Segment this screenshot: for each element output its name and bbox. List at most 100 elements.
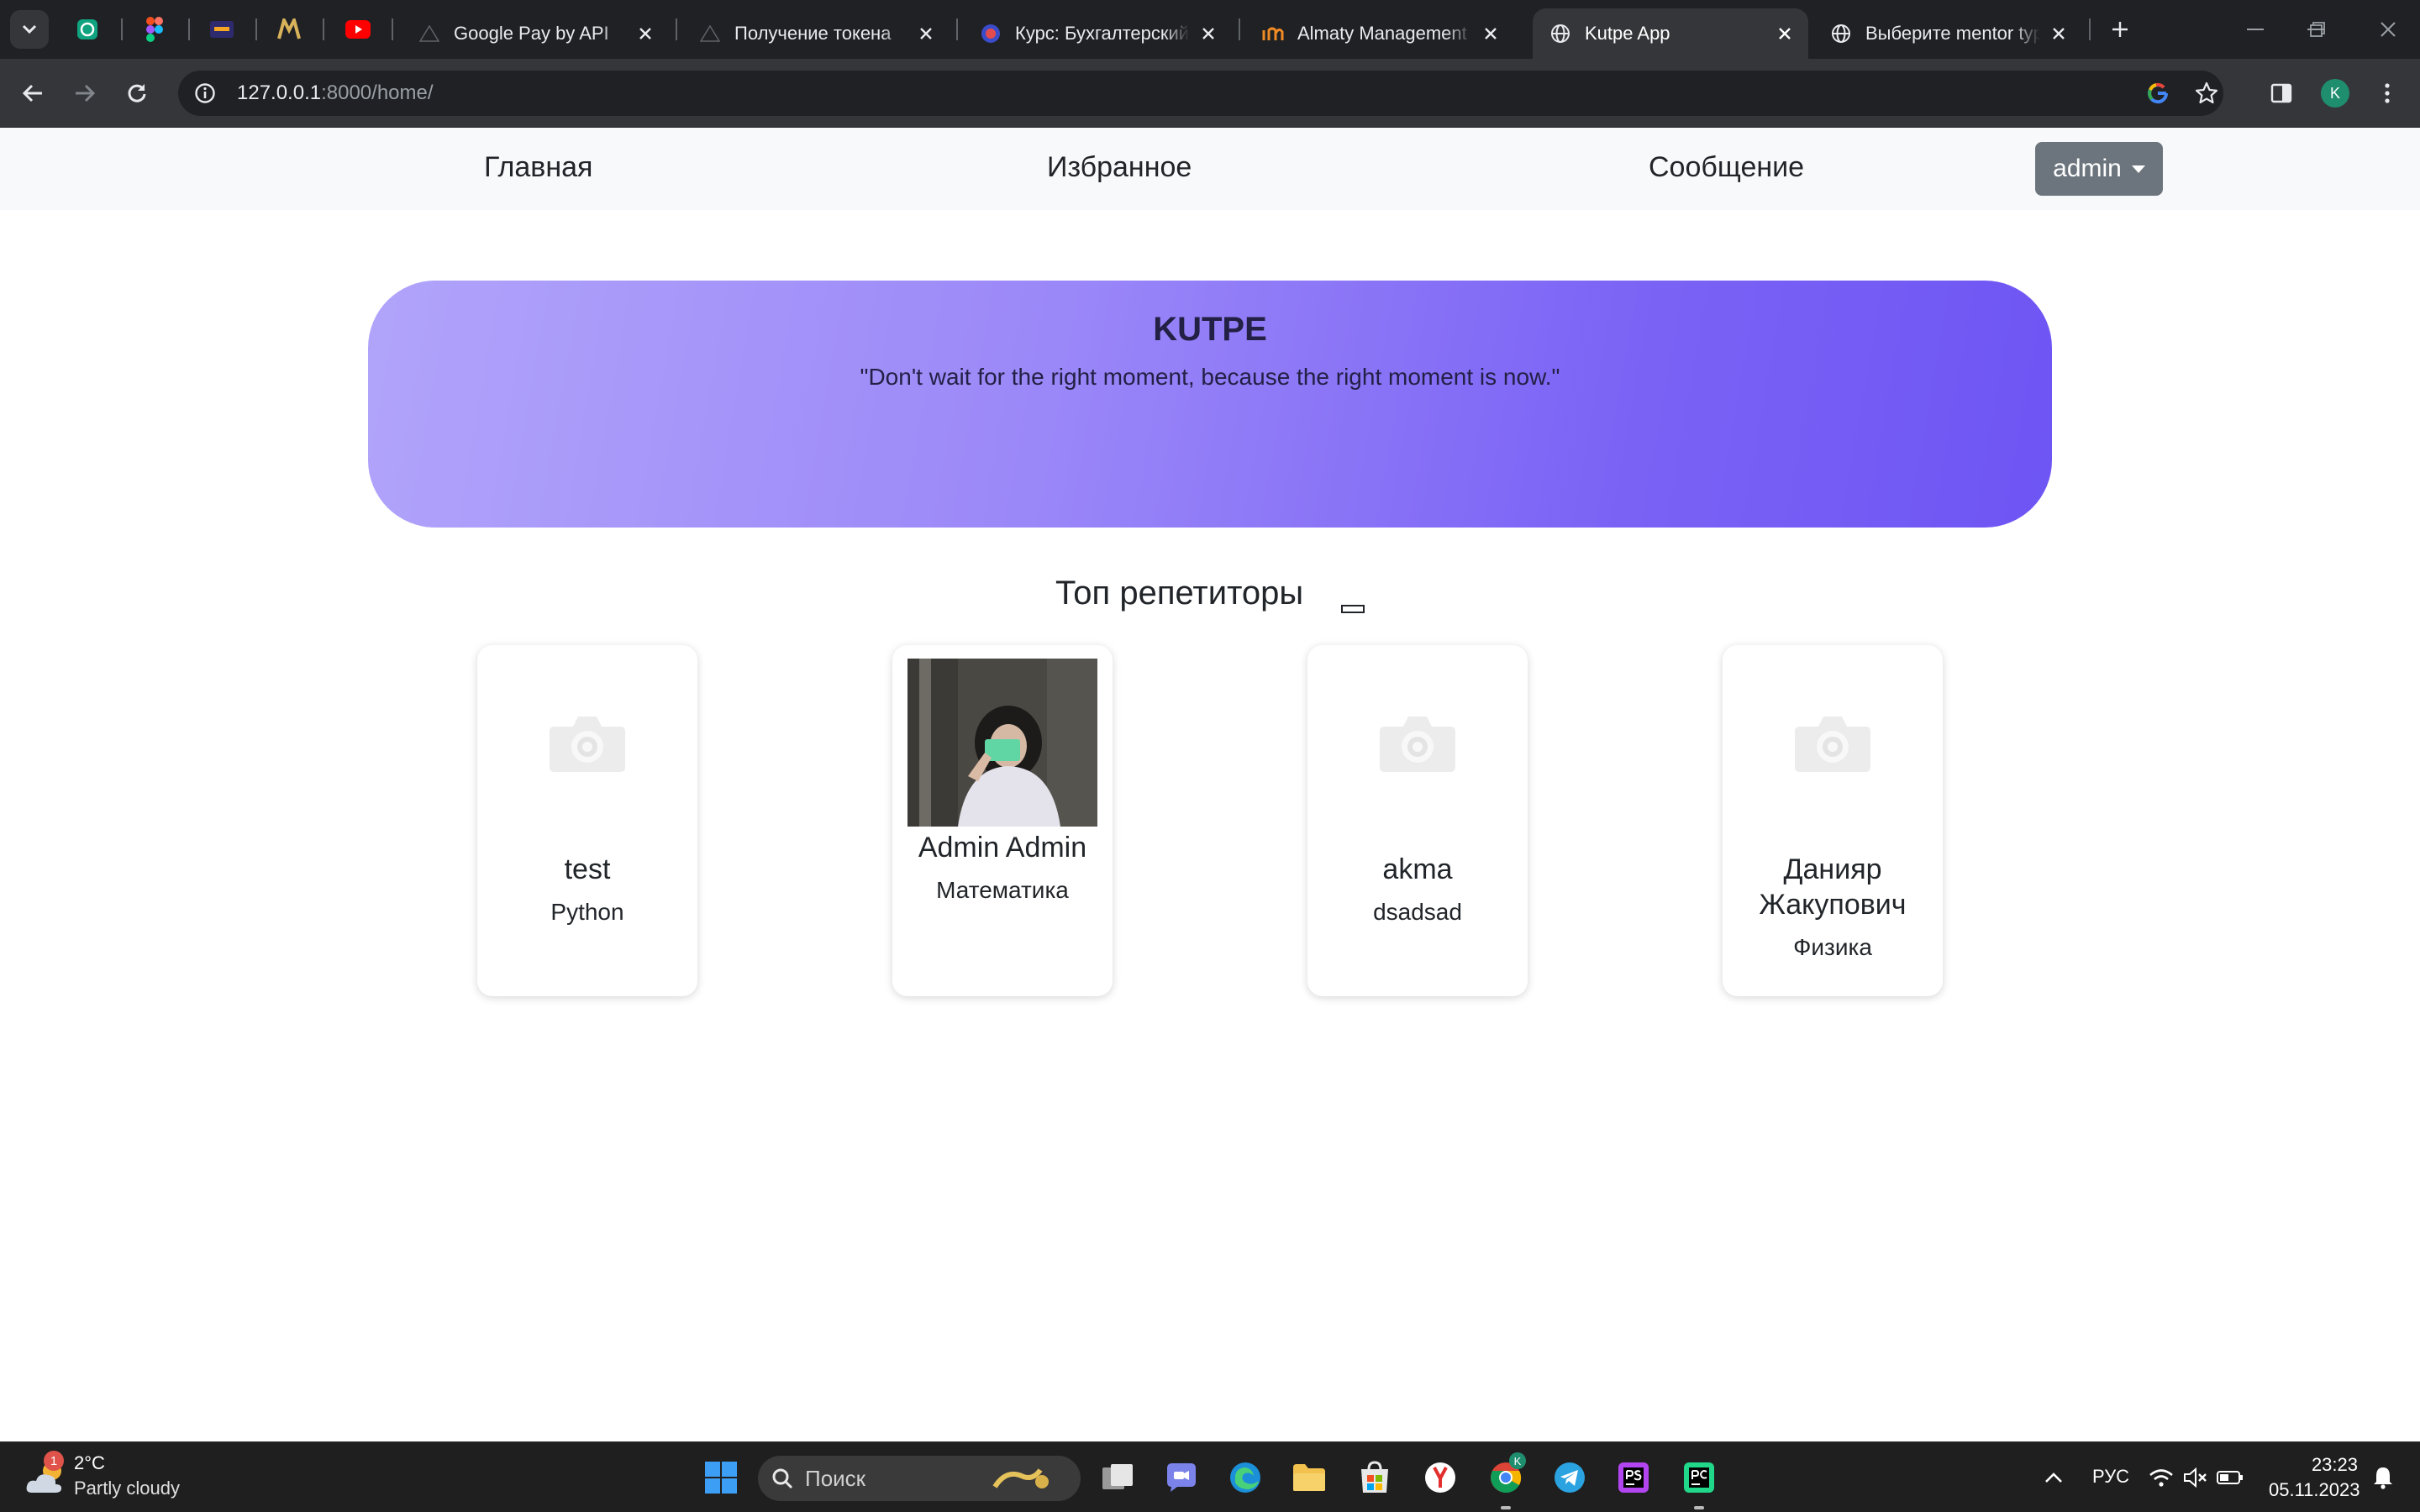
tab-search-button[interactable] — [10, 10, 49, 49]
taskbar-search[interactable]: Поиск — [758, 1456, 1081, 1501]
tutor-card[interactable]: test Python — [477, 645, 697, 996]
user-dropdown-label: admin — [2053, 155, 2122, 182]
site-favicon-icon — [418, 23, 440, 45]
chevron-down-icon — [22, 24, 37, 34]
google-lens-button[interactable] — [2141, 76, 2175, 110]
close-icon[interactable] — [914, 22, 938, 45]
edge-icon — [1230, 1462, 1260, 1493]
nav-link-favorites[interactable]: Избранное — [1047, 151, 1192, 184]
close-window-button[interactable] — [2371, 15, 2405, 44]
tab-separator — [2089, 18, 2091, 40]
user-dropdown-button[interactable]: admin — [2035, 142, 2163, 196]
system-clock[interactable]: 23:23 05.11.2023 — [2269, 1452, 2360, 1503]
weather-widget[interactable]: 1 — [25, 1451, 69, 1498]
tab-separator — [1239, 18, 1240, 40]
tab-mentor-type[interactable]: Выберите mentor type — [1813, 8, 2082, 59]
close-icon[interactable] — [1479, 22, 1502, 45]
tab-separator — [392, 18, 393, 40]
photo-placeholder — [1323, 659, 1512, 827]
show-hidden-icons-button[interactable] — [2033, 1457, 2074, 1498]
pinned-tab-figma[interactable] — [139, 14, 170, 45]
tab-almaty-management[interactable]: Almaty Management University — [1245, 8, 1514, 59]
wifi-icon[interactable] — [2146, 1457, 2176, 1498]
kebab-menu-icon — [2385, 83, 2390, 103]
volume-muted-icon[interactable] — [2181, 1457, 2210, 1498]
close-icon[interactable] — [634, 22, 657, 45]
side-panel-button[interactable] — [2264, 76, 2299, 111]
task-view-button[interactable] — [1097, 1457, 1138, 1498]
pinned-tab-chatgpt[interactable] — [72, 14, 103, 45]
pinned-tab-dark-site[interactable] — [207, 14, 237, 45]
back-button[interactable] — [15, 76, 50, 111]
tab-separator — [676, 18, 677, 40]
google-icon — [2148, 82, 2169, 104]
tutor-card[interactable]: akma dsadsad — [1307, 645, 1528, 996]
tab-kutpe-app[interactable]: Kutpe App — [1533, 8, 1808, 59]
hero-quote: "Don't wait for the right moment, becaus… — [860, 364, 1560, 390]
browser-toolbar: 127.0.0.1:8000/home/ — [0, 59, 2420, 128]
file-explorer-button[interactable] — [1289, 1457, 1329, 1498]
tutor-name: akma — [1382, 853, 1453, 885]
tutor-subject: Математика — [936, 877, 1069, 903]
chrome-button[interactable]: K — [1486, 1452, 1526, 1498]
figma-icon — [146, 17, 163, 42]
minimize-window-button[interactable] — [2238, 15, 2272, 44]
site-navbar: Главная Избранное Сообщение admin — [0, 128, 2420, 210]
url-host: 127.0.0.1 — [237, 81, 322, 104]
close-icon[interactable] — [2047, 22, 2070, 45]
profile-badge: K — [1509, 1452, 1526, 1469]
clock-time: 23:23 — [2311, 1454, 2358, 1475]
close-icon[interactable] — [1773, 22, 1797, 45]
yandex-browser-button[interactable] — [1420, 1457, 1460, 1498]
reload-button[interactable] — [119, 76, 155, 111]
address-bar[interactable]: 127.0.0.1:8000/home/ — [178, 71, 2223, 116]
taskbar: 1 2°C Partly cloudy Поиск K РУС 23:23 05… — [0, 1441, 2420, 1512]
battery-icon[interactable] — [2215, 1457, 2245, 1498]
pinned-tab-youtube[interactable] — [343, 14, 373, 45]
weather-description: Partly cloudy — [74, 1478, 180, 1499]
bell-icon — [2374, 1467, 2392, 1489]
telegram-button[interactable] — [1549, 1457, 1590, 1498]
new-tab-button[interactable] — [2106, 15, 2134, 44]
site-favicon-icon — [980, 23, 1002, 45]
profile-avatar[interactable]: K — [2321, 79, 2349, 108]
store-icon — [1361, 1461, 1388, 1493]
hero-title: KUTPE — [1153, 311, 1267, 348]
close-icon[interactable] — [1197, 22, 1220, 45]
globe-icon — [1549, 23, 1571, 45]
tutor-name: Данияр Жакупович — [1759, 853, 1907, 921]
tutor-card[interactable]: Admin Admin Математика — [892, 645, 1113, 996]
nav-link-messages[interactable]: Сообщение — [1649, 151, 1804, 184]
tab-title: Получение токена — [734, 23, 892, 44]
tutor-card[interactable]: Данияр Жакупович Физика — [1723, 645, 1943, 996]
nav-link-home[interactable]: Главная — [484, 151, 592, 184]
yandex-icon — [1425, 1462, 1455, 1493]
pycharm-button[interactable] — [1679, 1457, 1719, 1498]
input-language[interactable]: РУС — [2092, 1466, 2129, 1488]
youtube-icon — [345, 20, 371, 39]
forward-button[interactable] — [67, 76, 103, 111]
site-info-icon[interactable] — [190, 78, 220, 108]
teams-chat-button[interactable] — [1161, 1457, 1202, 1498]
tab-token[interactable]: Получение токена — [682, 8, 950, 59]
tab-separator — [255, 18, 257, 40]
edge-button[interactable] — [1225, 1457, 1265, 1498]
tab-title: Google Pay by API — [454, 23, 609, 44]
star-icon — [2195, 81, 2218, 104]
tab-google-pay[interactable]: Google Pay by API — [402, 8, 669, 59]
photo-placeholder — [492, 659, 682, 827]
tab-course[interactable]: Курс: Бухгалтерский учет — [963, 8, 1232, 59]
section-title: Топ репетиторы — [1055, 575, 1304, 612]
bookmark-button[interactable] — [2190, 76, 2223, 110]
pinned-tab-m-site[interactable] — [274, 14, 304, 45]
maximize-window-button[interactable] — [2301, 15, 2334, 44]
notifications-button[interactable] — [2366, 1457, 2400, 1498]
notification-badge: 1 — [44, 1451, 64, 1471]
browser-menu-button[interactable] — [2370, 76, 2405, 111]
tutor-photo — [908, 659, 1097, 827]
camera-icon — [1795, 717, 1870, 772]
phpstorm-button[interactable] — [1613, 1457, 1654, 1498]
start-button[interactable] — [701, 1457, 741, 1498]
search-placeholder: Поиск — [805, 1465, 866, 1491]
store-button[interactable] — [1355, 1457, 1395, 1498]
